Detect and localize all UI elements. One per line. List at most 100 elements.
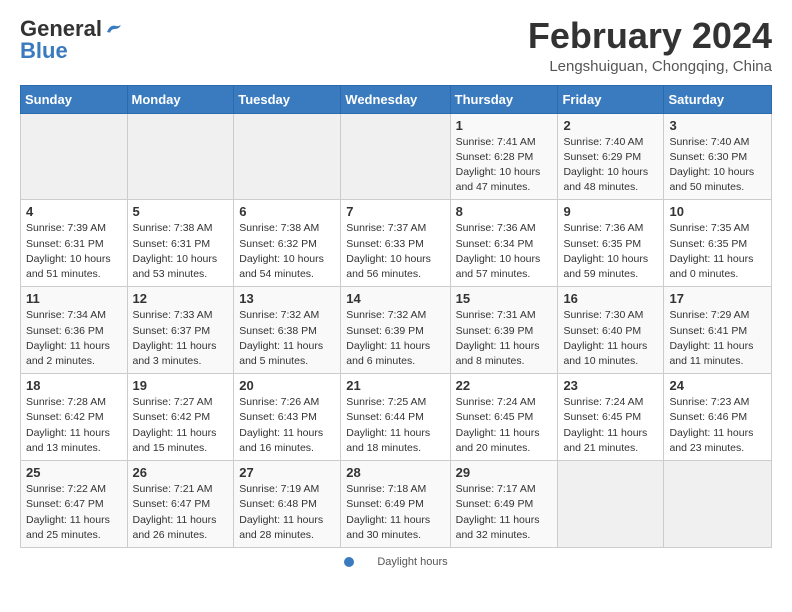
day-number: 10 [669,204,766,219]
logo-blue-text: Blue [20,38,68,64]
calendar-cell: 11 Sunrise: 7:34 AMSunset: 6:36 PMDayligh… [21,287,128,374]
day-info: Sunrise: 7:29 AMSunset: 6:41 PMDaylight:… [669,308,766,369]
calendar-cell [558,461,664,548]
header-cell-saturday: Saturday [664,85,772,113]
calendar-cell: 22Sunrise: 7:24 AMSunset: 6:45 PMDayligh… [450,374,558,461]
header-cell-sunday: Sunday [21,85,128,113]
header-cell-tuesday: Tuesday [234,85,341,113]
day-number: 23 [563,378,658,393]
calendar-cell: 9Sunrise: 7:36 AMSunset: 6:35 PMDaylight… [558,200,664,287]
day-number: 12 [133,291,229,306]
calendar-cell [127,113,234,200]
day-number: 8 [456,204,553,219]
day-info: Sunrise: 7:38 AMSunset: 6:31 PMDaylight:… [133,221,229,282]
day-info: Sunrise: 7:22 AMSunset: 6:47 PMDaylight:… [26,482,122,543]
day-info: Sunrise: 7:32 AMSunset: 6:38 PMDaylight:… [239,308,335,369]
day-number: 1 [456,118,553,133]
month-title: February 2024 [528,16,772,56]
day-number: 16 [563,291,658,306]
calendar-week-3: 18 Sunrise: 7:28 AMSunset: 6:42 PMDayligh… [21,374,772,461]
day-info: Sunrise: 7:37 AMSunset: 6:33 PMDaylight:… [346,221,444,282]
calendar-cell: 27 Sunrise: 7:19 AMSunset: 6:48 PMDayligh… [234,461,341,548]
day-number: 27 [239,465,335,480]
calendar-cell [21,113,128,200]
day-number: 26 [133,465,229,480]
calendar-cell: 16Sunrise: 7:30 AMSunset: 6:40 PMDayligh… [558,287,664,374]
header-cell-friday: Friday [558,85,664,113]
day-info: Sunrise: 7:35 AMSunset: 6:35 PMDaylight:… [669,221,766,282]
day-number: 20 [239,378,335,393]
day-info: Sunrise: 7:40 AMSunset: 6:30 PMDaylight:… [669,135,766,196]
day-number: 18 [26,378,122,393]
day-number: 24 [669,378,766,393]
footer-note: Daylight hours [20,556,772,568]
day-number: 19 [133,378,229,393]
day-number: 28 [346,465,444,480]
daylight-dot [344,557,354,567]
day-number: 21 [346,378,444,393]
day-info: Sunrise: 7:23 AMSunset: 6:46 PMDaylight:… [669,395,766,456]
day-info: Sunrise: 7:40 AMSunset: 6:29 PMDaylight:… [563,135,658,196]
header-cell-wednesday: Wednesday [341,85,450,113]
calendar-week-1: 4 Sunrise: 7:39 AMSunset: 6:31 PMDaylight… [21,200,772,287]
calendar-cell: 17 Sunrise: 7:29 AMSunset: 6:41 PMDayligh… [664,287,772,374]
header-cell-monday: Monday [127,85,234,113]
day-info: Sunrise: 7:17 AMSunset: 6:49 PMDaylight:… [456,482,553,543]
title-area: February 2024 Lengshuiguan, Chongqing, C… [528,16,772,75]
calendar-body: 1Sunrise: 7:41 AMSunset: 6:28 PMDaylight… [21,113,772,547]
day-number: 17 [669,291,766,306]
day-number: 6 [239,204,335,219]
header-row: SundayMondayTuesdayWednesdayThursdayFrid… [21,85,772,113]
day-info: Sunrise: 7:28 AMSunset: 6:42 PMDaylight:… [26,395,122,456]
day-info: Sunrise: 7:24 AMSunset: 6:45 PMDaylight:… [563,395,658,456]
day-number: 29 [456,465,553,480]
day-number: 2 [563,118,658,133]
day-info: Sunrise: 7:32 AMSunset: 6:39 PMDaylight:… [346,308,444,369]
day-info: Sunrise: 7:36 AMSunset: 6:35 PMDaylight:… [563,221,658,282]
day-info: Sunrise: 7:24 AMSunset: 6:45 PMDaylight:… [456,395,553,456]
day-info: Sunrise: 7:33 AMSunset: 6:37 PMDaylight:… [133,308,229,369]
calendar-cell: 26Sunrise: 7:21 AMSunset: 6:47 PMDayligh… [127,461,234,548]
calendar-cell: 14 Sunrise: 7:32 AMSunset: 6:39 PMDayligh… [341,287,450,374]
calendar-cell: 23 Sunrise: 7:24 AMSunset: 6:45 PMDayligh… [558,374,664,461]
day-number: 13 [239,291,335,306]
calendar-header: SundayMondayTuesdayWednesdayThursdayFrid… [21,85,772,113]
calendar-table: SundayMondayTuesdayWednesdayThursdayFrid… [20,85,772,548]
day-info: Sunrise: 7:34 AMSunset: 6:36 PMDaylight:… [26,308,122,369]
day-number: 4 [26,204,122,219]
daylight-label: Daylight hours [334,556,457,568]
day-number: 15 [456,291,553,306]
calendar-cell: 8Sunrise: 7:36 AMSunset: 6:34 PMDaylight… [450,200,558,287]
calendar-cell: 6Sunrise: 7:38 AMSunset: 6:32 PMDaylight… [234,200,341,287]
day-number: 14 [346,291,444,306]
calendar-cell: 5 Sunrise: 7:38 AMSunset: 6:31 PMDaylight… [127,200,234,287]
calendar-week-2: 11 Sunrise: 7:34 AMSunset: 6:36 PMDayligh… [21,287,772,374]
calendar-cell [664,461,772,548]
calendar-cell: 10 Sunrise: 7:35 AMSunset: 6:35 PMDayligh… [664,200,772,287]
calendar-cell: 18 Sunrise: 7:28 AMSunset: 6:42 PMDayligh… [21,374,128,461]
calendar-cell: 21 Sunrise: 7:25 AMSunset: 6:44 PMDayligh… [341,374,450,461]
calendar-cell: 15Sunrise: 7:31 AMSunset: 6:39 PMDayligh… [450,287,558,374]
day-info: Sunrise: 7:18 AMSunset: 6:49 PMDaylight:… [346,482,444,543]
calendar-cell: 3Sunrise: 7:40 AMSunset: 6:30 PMDaylight… [664,113,772,200]
calendar-cell: 7 Sunrise: 7:37 AMSunset: 6:33 PMDaylight… [341,200,450,287]
calendar-cell: 19Sunrise: 7:27 AMSunset: 6:42 PMDayligh… [127,374,234,461]
day-number: 11 [26,291,122,306]
calendar-cell: 12 Sunrise: 7:33 AMSunset: 6:37 PMDayligh… [127,287,234,374]
logo: General Blue [20,16,122,64]
day-info: Sunrise: 7:26 AMSunset: 6:43 PMDaylight:… [239,395,335,456]
day-number: 5 [133,204,229,219]
calendar-cell: 13 Sunrise: 7:32 AMSunset: 6:38 PMDayligh… [234,287,341,374]
header: General Blue February 2024 Lengshuiguan,… [20,16,772,75]
day-info: Sunrise: 7:39 AMSunset: 6:31 PMDaylight:… [26,221,122,282]
calendar-week-0: 1Sunrise: 7:41 AMSunset: 6:28 PMDaylight… [21,113,772,200]
day-number: 7 [346,204,444,219]
calendar-cell: 24 Sunrise: 7:23 AMSunset: 6:46 PMDayligh… [664,374,772,461]
calendar-cell: 29 Sunrise: 7:17 AMSunset: 6:49 PMDayligh… [450,461,558,548]
calendar-cell: 2 Sunrise: 7:40 AMSunset: 6:29 PMDaylight… [558,113,664,200]
calendar-cell: 28 Sunrise: 7:18 AMSunset: 6:49 PMDayligh… [341,461,450,548]
calendar-cell: 4 Sunrise: 7:39 AMSunset: 6:31 PMDaylight… [21,200,128,287]
day-info: Sunrise: 7:25 AMSunset: 6:44 PMDaylight:… [346,395,444,456]
day-info: Sunrise: 7:19 AMSunset: 6:48 PMDaylight:… [239,482,335,543]
calendar-cell [234,113,341,200]
